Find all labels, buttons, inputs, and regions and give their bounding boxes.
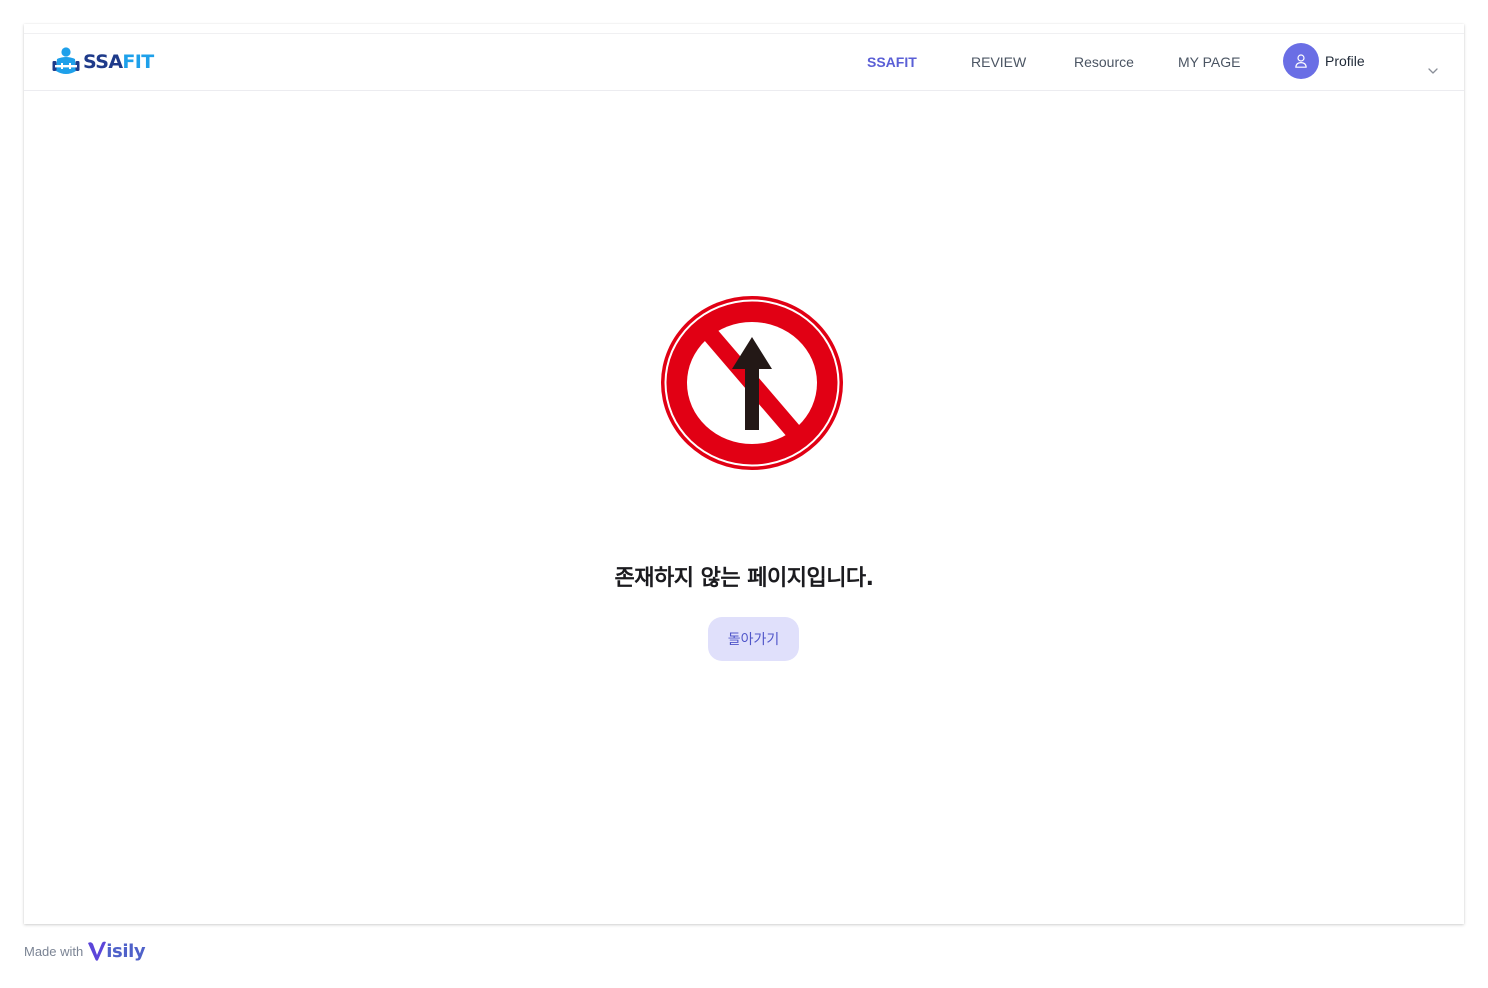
footer: Made with isily — [24, 940, 146, 962]
user-icon — [1295, 54, 1307, 68]
nav-ssafit[interactable]: SSAFIT — [867, 54, 917, 70]
back-button[interactable]: 돌아가기 — [708, 617, 799, 661]
nav-review[interactable]: REVIEW — [971, 54, 1026, 70]
profile-name: Profile — [1325, 53, 1365, 69]
navbar: SSAFIT SSAFIT REVIEW Resource MY PAGE Pr… — [24, 34, 1464, 91]
logo-part-ssa: SSA — [83, 51, 123, 73]
ssafit-logo[interactable]: SSAFIT — [52, 46, 154, 78]
visily-logo[interactable]: isily — [87, 940, 146, 962]
profile-menu[interactable]: Profile — [1283, 43, 1365, 79]
no-entry-sign-icon — [661, 296, 843, 470]
visily-v-icon — [88, 941, 107, 961]
nav-resource[interactable]: Resource — [1074, 54, 1134, 70]
made-with-label: Made with — [24, 943, 84, 959]
nav-my-page[interactable]: MY PAGE — [1178, 54, 1241, 70]
visily-wordmark: isily — [106, 940, 146, 962]
chevron-down-icon[interactable] — [1426, 64, 1440, 78]
dumbbell-person-icon — [52, 47, 80, 74]
error-message: 존재하지 않는 페이지입니다. — [614, 566, 874, 591]
top-strip — [24, 24, 1464, 34]
app-window: SSAFIT SSAFIT REVIEW Resource MY PAGE Pr… — [24, 24, 1464, 924]
logo-part-fit: FIT — [122, 51, 154, 73]
avatar — [1283, 43, 1319, 79]
logo-wordmark: SSAFIT — [83, 51, 154, 73]
